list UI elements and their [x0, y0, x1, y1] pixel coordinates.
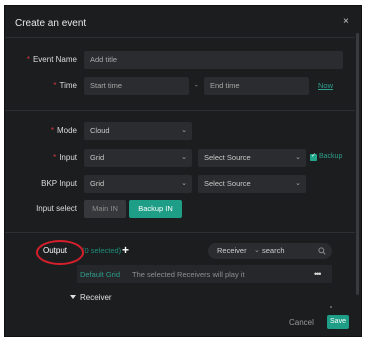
more-icon[interactable]: •••	[314, 269, 322, 279]
receiver-search-bar[interactable]: Receiver ⌄ search	[208, 243, 332, 259]
selected-count: (0 selected)	[82, 246, 122, 255]
input-source-select[interactable]: Select Source ⌄	[198, 149, 306, 167]
save-button[interactable]: Save	[327, 315, 349, 329]
chevron-down-icon: ⌄	[254, 247, 260, 254]
event-name-label: * Event Name	[26, 55, 77, 64]
receiver-filter-select[interactable]: Receiver	[217, 246, 247, 255]
input-select-label: Input select	[36, 204, 77, 213]
bkp-input-label: BKP Input	[41, 179, 77, 188]
bkp-input-source-value: Select Source	[204, 179, 251, 188]
main-in-button[interactable]: Main IN	[84, 200, 126, 218]
chevron-down-icon: ⌄	[295, 154, 301, 161]
mode-value: Cloud	[90, 126, 110, 135]
create-event-dialog: Create an event × * Event Name Add title …	[4, 5, 362, 337]
chevron-down-icon: ⌄	[181, 154, 187, 161]
input-label: * Input	[53, 153, 77, 162]
chevron-down-icon: ⌄	[181, 127, 187, 134]
scroll-indicator	[330, 306, 332, 308]
default-grid-name: Default Grid	[80, 270, 121, 279]
end-time-input[interactable]: End time	[204, 77, 309, 95]
bkp-input-source-select[interactable]: Select Source ⌄	[198, 175, 306, 193]
mode-select[interactable]: Cloud ⌄	[84, 122, 192, 140]
cancel-button[interactable]: Cancel	[289, 318, 314, 327]
chevron-down-icon: ⌄	[295, 180, 301, 187]
search-icon[interactable]	[318, 247, 326, 255]
time-label: * Time	[53, 81, 77, 90]
plus-icon[interactable]: +	[122, 243, 129, 257]
section-divider	[5, 232, 355, 233]
search-input[interactable]: search	[262, 243, 285, 259]
chevron-down-icon: ⌄	[181, 180, 187, 187]
scrollbar[interactable]	[356, 33, 359, 295]
close-icon[interactable]: ×	[343, 16, 349, 27]
time-separator: -	[195, 81, 198, 90]
input-source-value: Select Source	[204, 153, 251, 162]
annotation-circle	[36, 240, 84, 265]
backup-checkbox[interactable]	[310, 152, 317, 161]
mode-label: * Mode	[50, 126, 77, 135]
default-grid-description: The selected Receivers will play it	[132, 270, 245, 279]
start-time-input[interactable]: Start time	[84, 77, 189, 95]
section-divider	[5, 110, 355, 111]
now-link[interactable]: Now	[318, 81, 333, 90]
event-name-input[interactable]: Add title	[84, 51, 343, 69]
receiver-group-header[interactable]: Receiver	[80, 293, 112, 302]
bkp-input-type-value: Grid	[90, 179, 105, 188]
backup-label: Backup	[319, 153, 343, 160]
header-divider	[5, 37, 355, 38]
input-type-select[interactable]: Grid ⌄	[84, 149, 192, 167]
bkp-input-type-select[interactable]: Grid ⌄	[84, 175, 192, 193]
caret-down-icon[interactable]	[70, 295, 76, 299]
input-type-value: Grid	[90, 153, 105, 162]
backup-in-button[interactable]: Backup IN	[129, 200, 182, 218]
dialog-title: Create an event	[15, 18, 87, 29]
